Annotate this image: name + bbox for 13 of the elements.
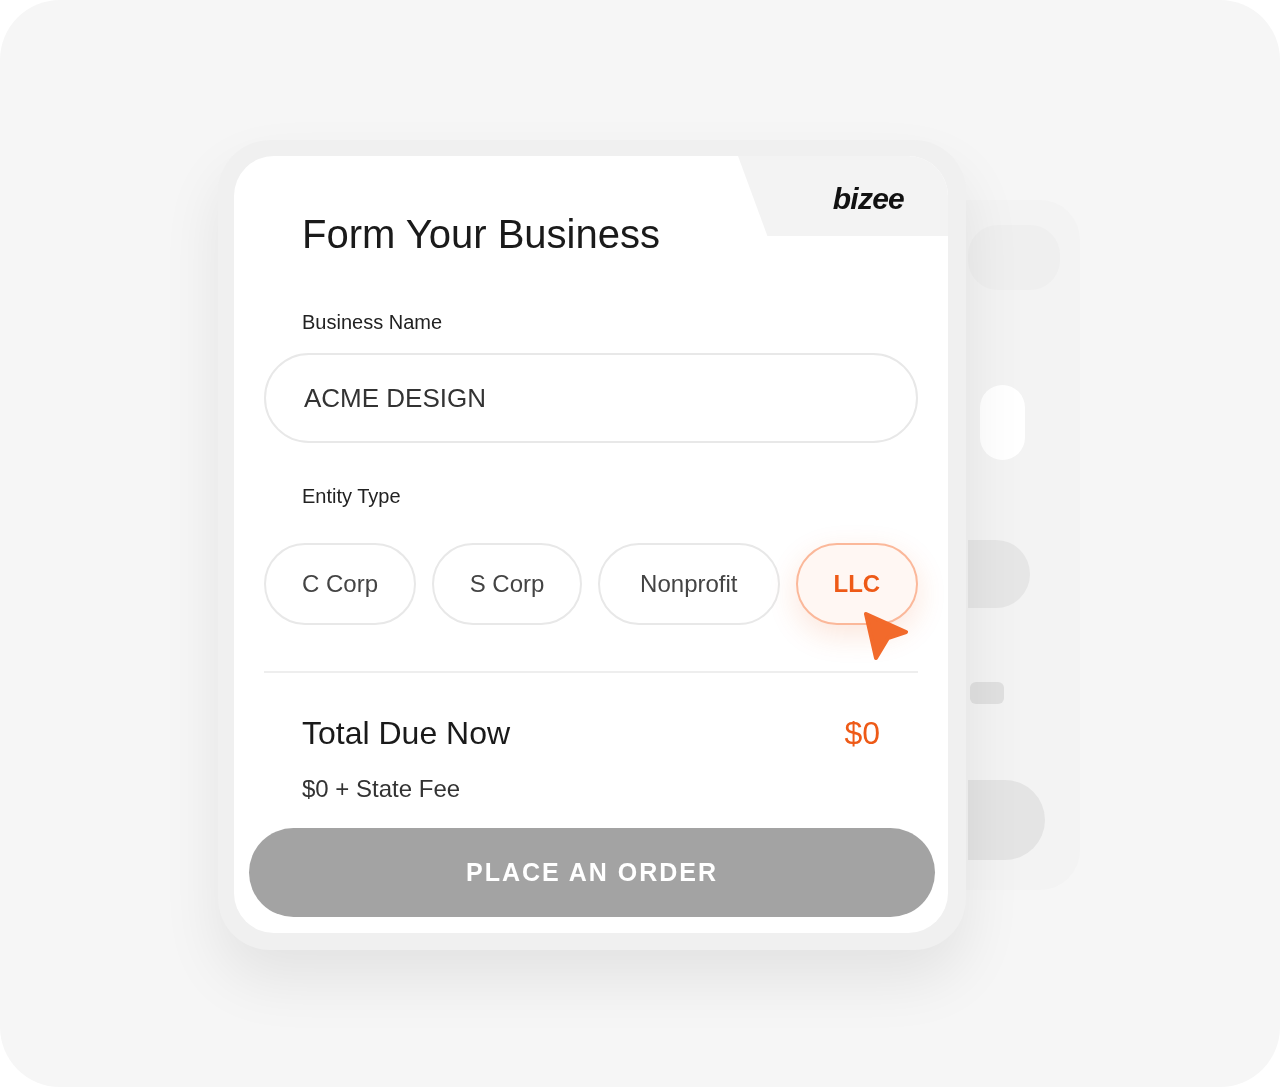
back-card-amount-bar — [970, 682, 1004, 704]
total-label: Total Due Now — [302, 714, 511, 753]
total-amount: $0 — [844, 714, 880, 753]
form-title: Form Your Business — [302, 211, 660, 258]
cursor-icon — [862, 610, 908, 662]
business-name-label: Business Name — [302, 310, 443, 335]
entity-option[interactable]: C Corp — [264, 543, 416, 625]
fee-note: $0 + State Fee — [302, 774, 461, 804]
business-name-field[interactable]: ACME DESIGN — [264, 353, 918, 443]
entity-option[interactable]: Nonprofit — [598, 543, 780, 625]
entity-type-label: Entity Type — [302, 484, 401, 509]
logo: bizee — [832, 181, 904, 217]
entity-option[interactable]: S Corp — [432, 543, 582, 625]
